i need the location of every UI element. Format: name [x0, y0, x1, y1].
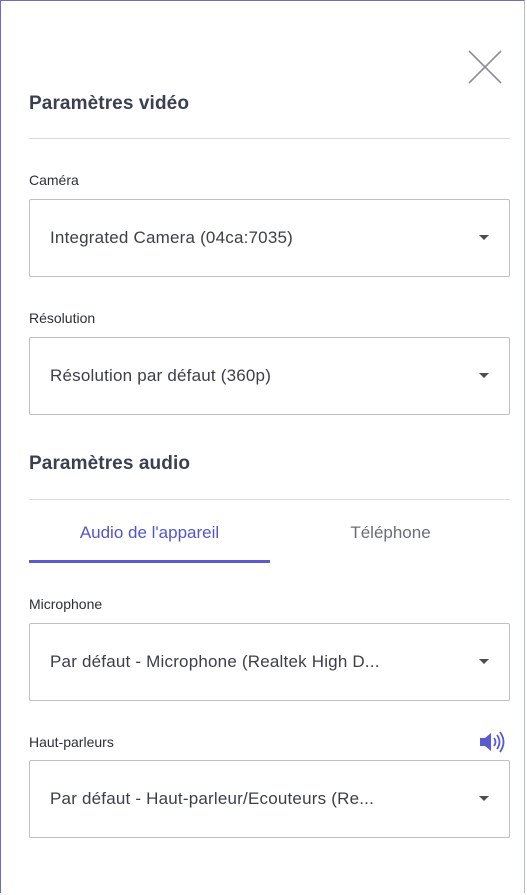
resolution-select-value: Résolution par défaut (360p) — [50, 366, 272, 385]
speakers-select[interactable]: Par défaut - Haut-parleur/Ecouteurs (Re.… — [29, 760, 510, 838]
speakers-select-value: Par défaut - Haut-parleur/Ecouteurs (Re.… — [50, 789, 374, 808]
microphone-select-value: Par défaut - Microphone (Realtek High D.… — [50, 652, 380, 671]
divider — [29, 138, 510, 139]
speakers-label: Haut-parleurs — [29, 734, 114, 750]
close-button[interactable] — [465, 47, 505, 87]
speaker-test-button[interactable] — [479, 730, 505, 754]
settings-panel: Paramètres vidéo Caméra Integrated Camer… — [0, 0, 525, 893]
video-settings-title: Paramètres vidéo — [29, 93, 190, 114]
speaker-icon — [480, 731, 505, 753]
camera-select[interactable]: Integrated Camera (04ca:7035) — [29, 199, 510, 277]
camera-select-value: Integrated Camera (04ca:7035) — [50, 228, 293, 247]
tab-telephone[interactable]: Téléphone — [271, 520, 510, 564]
chevron-down-icon — [479, 235, 489, 240]
resolution-label: Résolution — [29, 310, 96, 326]
chevron-down-icon — [479, 796, 489, 801]
audio-settings-title: Paramètres audio — [29, 453, 191, 474]
microphone-label: Microphone — [29, 596, 103, 612]
divider — [29, 499, 510, 500]
chevron-down-icon — [479, 373, 489, 378]
resolution-select[interactable]: Résolution par défaut (360p) — [29, 337, 510, 415]
close-icon — [468, 50, 502, 84]
tab-device-audio[interactable]: Audio de l'appareil — [29, 520, 270, 564]
microphone-select[interactable]: Par défaut - Microphone (Realtek High D.… — [29, 623, 510, 701]
camera-label: Caméra — [29, 172, 79, 188]
active-tab-indicator — [29, 560, 270, 563]
chevron-down-icon — [479, 659, 489, 664]
